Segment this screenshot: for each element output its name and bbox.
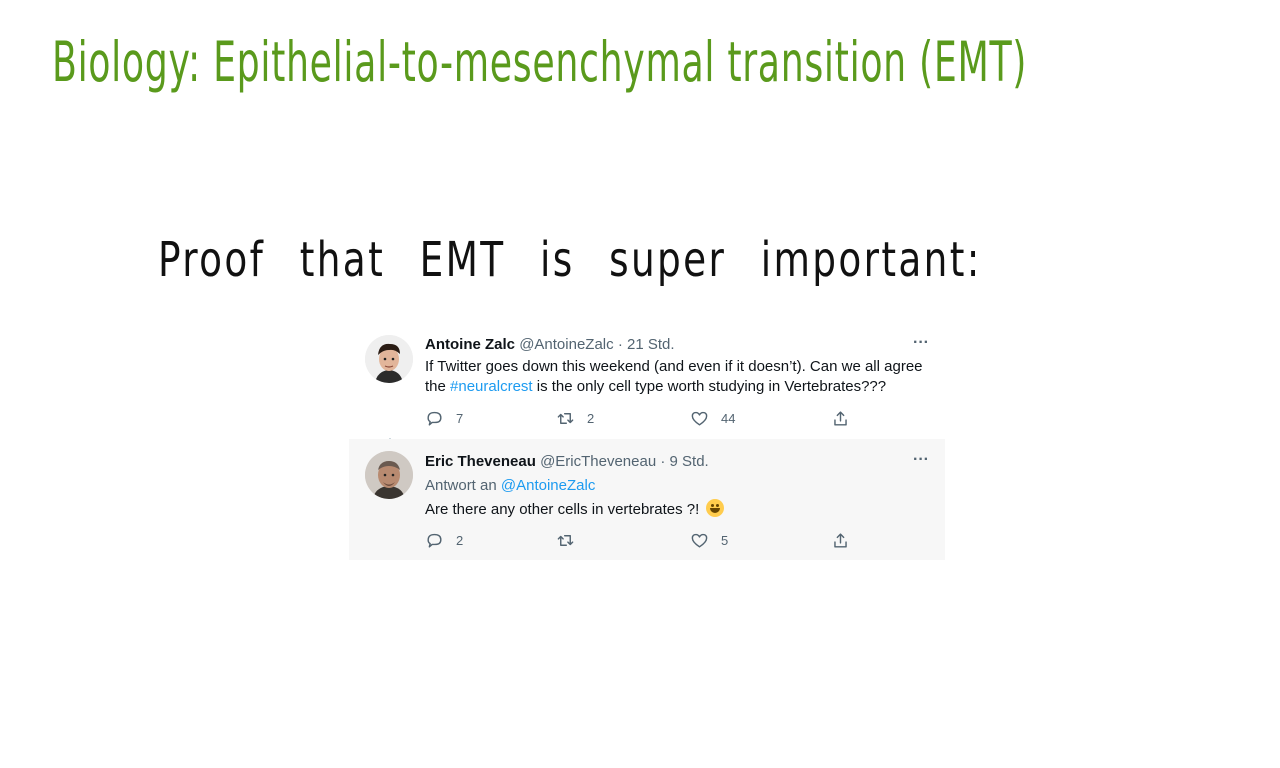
reply-icon (427, 533, 442, 548)
heart-icon (691, 533, 708, 548)
share-icon (834, 532, 847, 548)
like-count: 5 (721, 532, 729, 548)
like-button[interactable]: 5 (690, 530, 728, 550)
retweet-count: 2 (587, 410, 595, 426)
tweet-text: Are there any other cells in vertebrates… (425, 499, 935, 520)
retweet-button[interactable]: 2 (556, 408, 594, 428)
separator-dot: · (617, 336, 627, 353)
avatar-eric[interactable] (365, 451, 413, 499)
heart-icon (691, 411, 708, 426)
reply-count: 7 (456, 410, 464, 426)
share-button[interactable] (831, 408, 850, 428)
retweet-button[interactable] (556, 530, 587, 550)
like-button[interactable]: 44 (690, 408, 735, 428)
author-handle[interactable]: @AntoineZalc (519, 336, 613, 353)
retweet-icon (557, 534, 574, 546)
replying-to: Antwort an @AntoineZalc (425, 476, 929, 496)
grinning-face-emoji (706, 499, 725, 517)
more-options-icon[interactable]: ··· (913, 334, 929, 352)
separator-dot: · (660, 453, 670, 470)
tweet-actions: 7 2 44 (425, 408, 865, 428)
tweet-text: If Twitter goes down this weekend (and e… (425, 357, 935, 397)
tweet-time[interactable]: 21 Std. (627, 336, 675, 353)
reply-count: 2 (456, 532, 464, 548)
page-subtitle: Proof that EMT is super important: (158, 232, 982, 288)
like-count: 44 (721, 410, 736, 426)
reply-icon (427, 411, 442, 426)
tweet-time[interactable]: 9 Std. (670, 453, 709, 470)
tweet-header: Eric Theveneau @EricTheveneau · 9 Std. ·… (425, 451, 929, 471)
tweet-original[interactable]: Antoine Zalc @AntoineZalc · 21 Std. ··· … (349, 322, 945, 438)
share-icon (834, 410, 847, 426)
tweet-text-part: Are there any other cells in vertebrates… (425, 501, 704, 518)
share-button[interactable] (831, 530, 850, 550)
tweet-header: Antoine Zalc @AntoineZalc · 21 Std. ··· (425, 334, 929, 354)
reply-button[interactable]: 2 (425, 530, 463, 550)
reply-button[interactable]: 7 (425, 408, 463, 428)
mention-link[interactable]: @AntoineZalc (501, 477, 595, 494)
tweet-actions: 2 5 (425, 530, 865, 550)
retweet-icon (557, 412, 574, 424)
author-name[interactable]: Antoine Zalc (425, 336, 515, 353)
hashtag-link[interactable]: #neuralcrest (450, 378, 533, 395)
replying-label: Antwort an (425, 477, 501, 494)
page-title: Biology: Epithelial-to-mesenchymal trans… (52, 30, 1028, 94)
tweet-text-part: is the only cell type worth studying in … (532, 378, 887, 395)
more-options-icon[interactable]: ··· (913, 451, 929, 469)
author-handle[interactable]: @EricTheveneau (540, 453, 656, 470)
author-name[interactable]: Eric Theveneau (425, 453, 536, 470)
tweet-reply[interactable]: Eric Theveneau @EricTheveneau · 9 Std. ·… (349, 439, 945, 560)
avatar-antoine[interactable] (365, 335, 413, 383)
